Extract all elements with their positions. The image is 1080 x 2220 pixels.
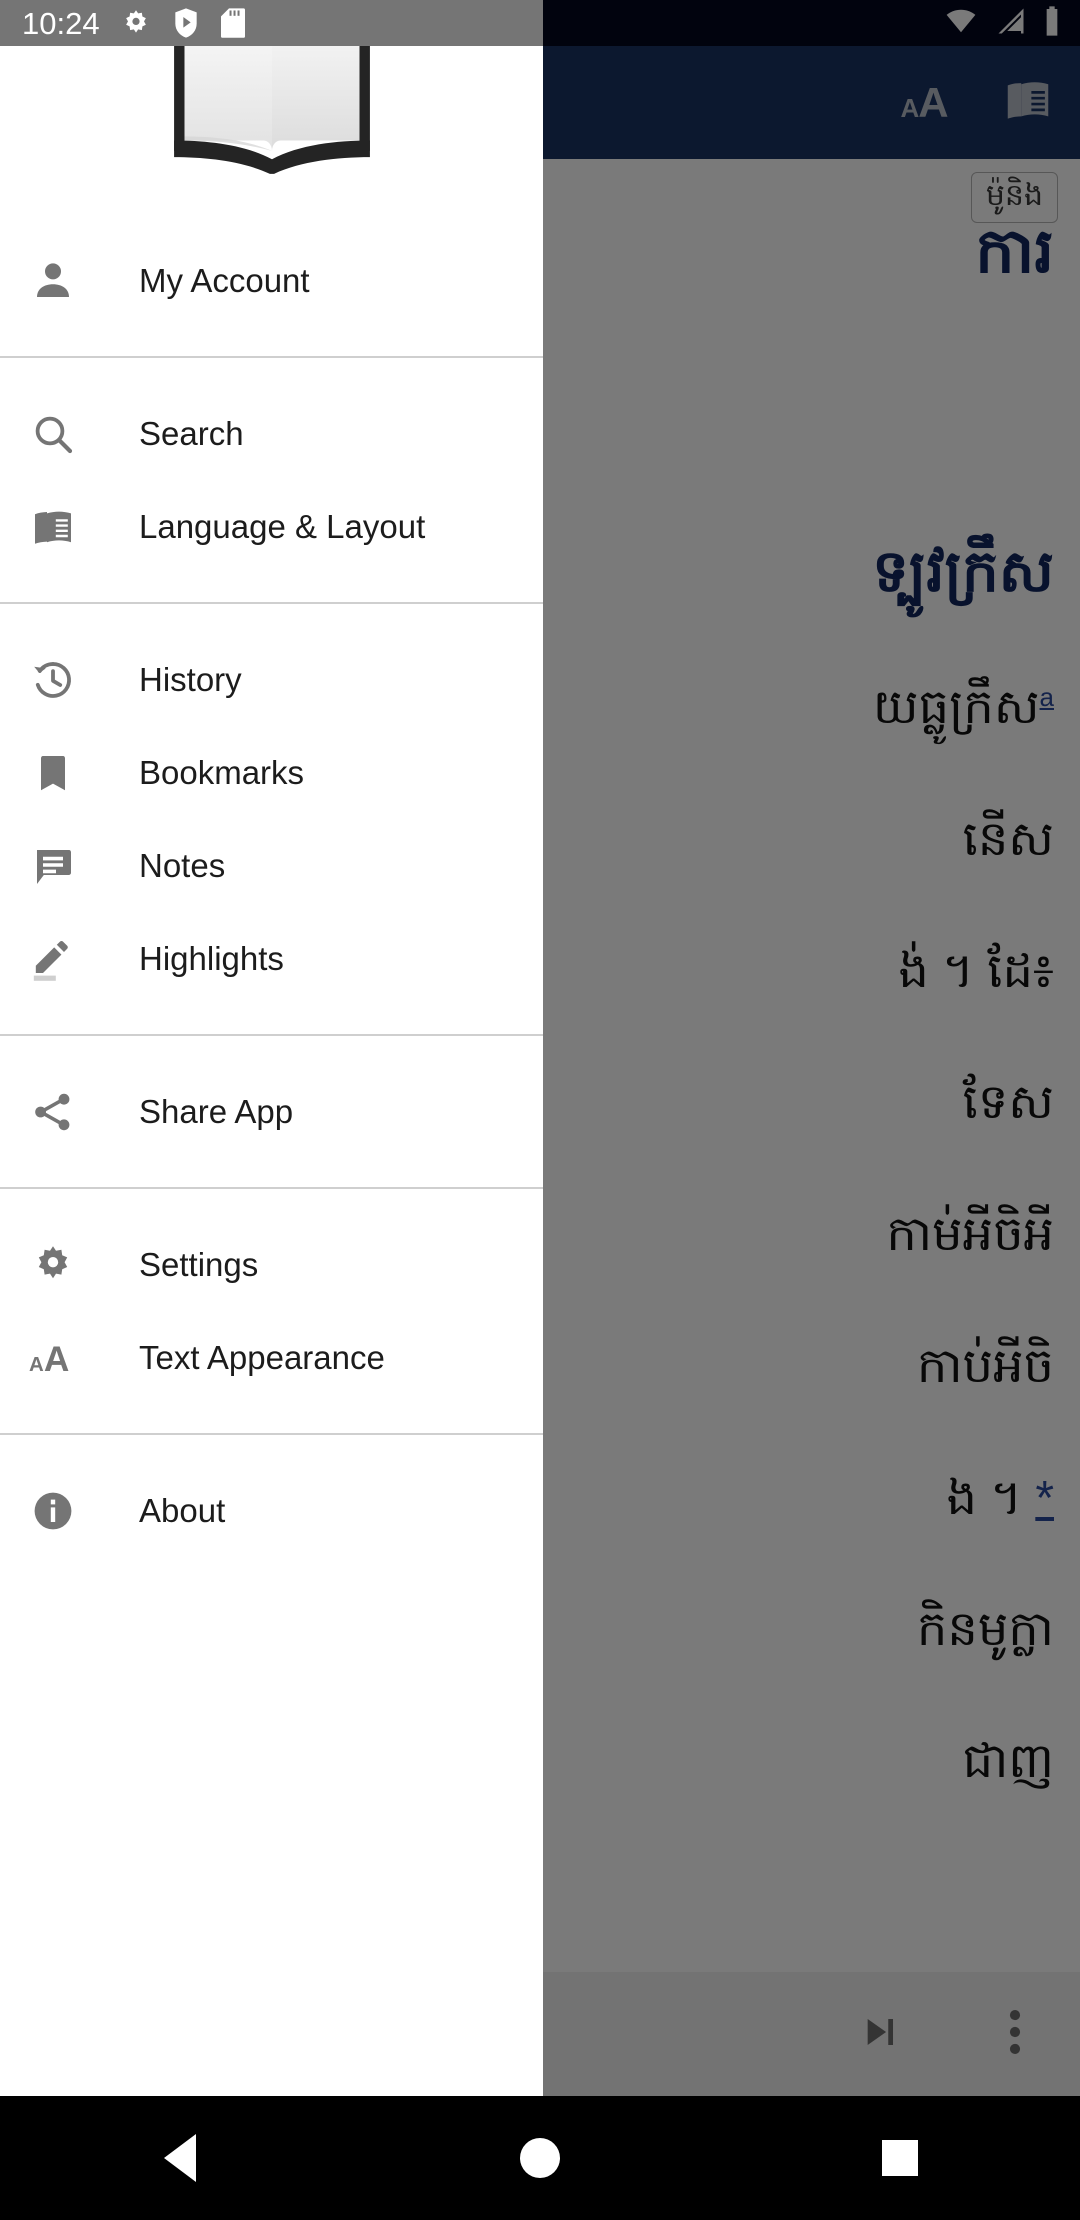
menu-book-icon [29, 503, 105, 551]
group-pad [0, 1189, 543, 1218]
search-icon [29, 410, 105, 458]
back-button[interactable] [0, 2134, 360, 2182]
triangle-back-icon [164, 2134, 196, 2182]
status-bar-left: 10:24 [0, 0, 543, 46]
android-nav-bar [0, 2096, 1080, 2220]
person-icon [29, 257, 105, 305]
menu-item-label: Share App [139, 1092, 294, 1130]
info-circle-icon [29, 1487, 105, 1535]
history-icon [29, 656, 105, 704]
group-pad [0, 604, 543, 633]
navigation-drawer: My Account Search Language & Layout Hist… [0, 0, 543, 2096]
menu-item-label: Language & Layout [139, 507, 426, 545]
group-pad [0, 1557, 543, 1586]
menu-item-notes[interactable]: Notes [0, 819, 543, 912]
menu-item-label: About [139, 1491, 226, 1529]
text-size-icon: A A [29, 1334, 105, 1382]
screen-root: AA ម៉ូនិង ការ ទ្បូវក្រឹស យធ [0, 0, 1080, 2220]
svg-text:A: A [29, 1354, 44, 1376]
menu-item-history[interactable]: History [0, 633, 543, 726]
menu-item-share-app[interactable]: Share App [0, 1065, 543, 1158]
square-recents-icon [882, 2140, 918, 2176]
sd-card-icon [220, 7, 246, 39]
group-pad [0, 205, 543, 234]
group-pad [0, 358, 543, 387]
circle-home-icon [520, 2138, 560, 2178]
group-pad [0, 1404, 543, 1433]
menu-item-my-account[interactable]: My Account [0, 234, 543, 327]
group-pad [0, 1005, 543, 1034]
group-pad [0, 573, 543, 602]
menu-item-highlights[interactable]: Highlights [0, 912, 543, 1005]
svg-text:A: A [44, 1340, 69, 1379]
bookmark-icon [29, 749, 105, 797]
status-bar-clock: 10:24 [22, 5, 100, 41]
menu-item-label: Text Appearance [139, 1338, 385, 1376]
menu-item-about[interactable]: About [0, 1464, 543, 1557]
gear-icon [29, 1241, 105, 1289]
comment-lines-icon [29, 842, 105, 890]
group-pad [0, 1435, 543, 1464]
menu-item-label: History [139, 660, 242, 698]
group-pad [0, 1158, 543, 1187]
group-pad [0, 327, 543, 356]
menu-item-label: Highlights [139, 939, 284, 977]
menu-item-settings[interactable]: Settings [0, 1218, 543, 1311]
share-icon [29, 1088, 105, 1136]
menu-item-text-appearance[interactable]: A A Text Appearance [0, 1311, 543, 1404]
menu-item-search[interactable]: Search [0, 387, 543, 480]
menu-item-bookmarks[interactable]: Bookmarks [0, 726, 543, 819]
menu-item-language-layout[interactable]: Language & Layout [0, 480, 543, 573]
play-protect-icon [172, 7, 200, 39]
group-pad [0, 1036, 543, 1065]
menu-item-label: Search [139, 414, 244, 452]
menu-item-label: Notes [139, 846, 226, 884]
menu-item-label: Settings [139, 1245, 259, 1283]
menu-item-label: Bookmarks [139, 753, 305, 791]
gear-icon [120, 7, 152, 39]
recents-button[interactable] [720, 2140, 1080, 2176]
menu-item-label: My Account [139, 261, 310, 299]
home-button[interactable] [360, 2138, 720, 2178]
drawer-menu: My Account Search Language & Layout Hist… [0, 205, 543, 1586]
pencil-underline-icon [29, 935, 105, 983]
